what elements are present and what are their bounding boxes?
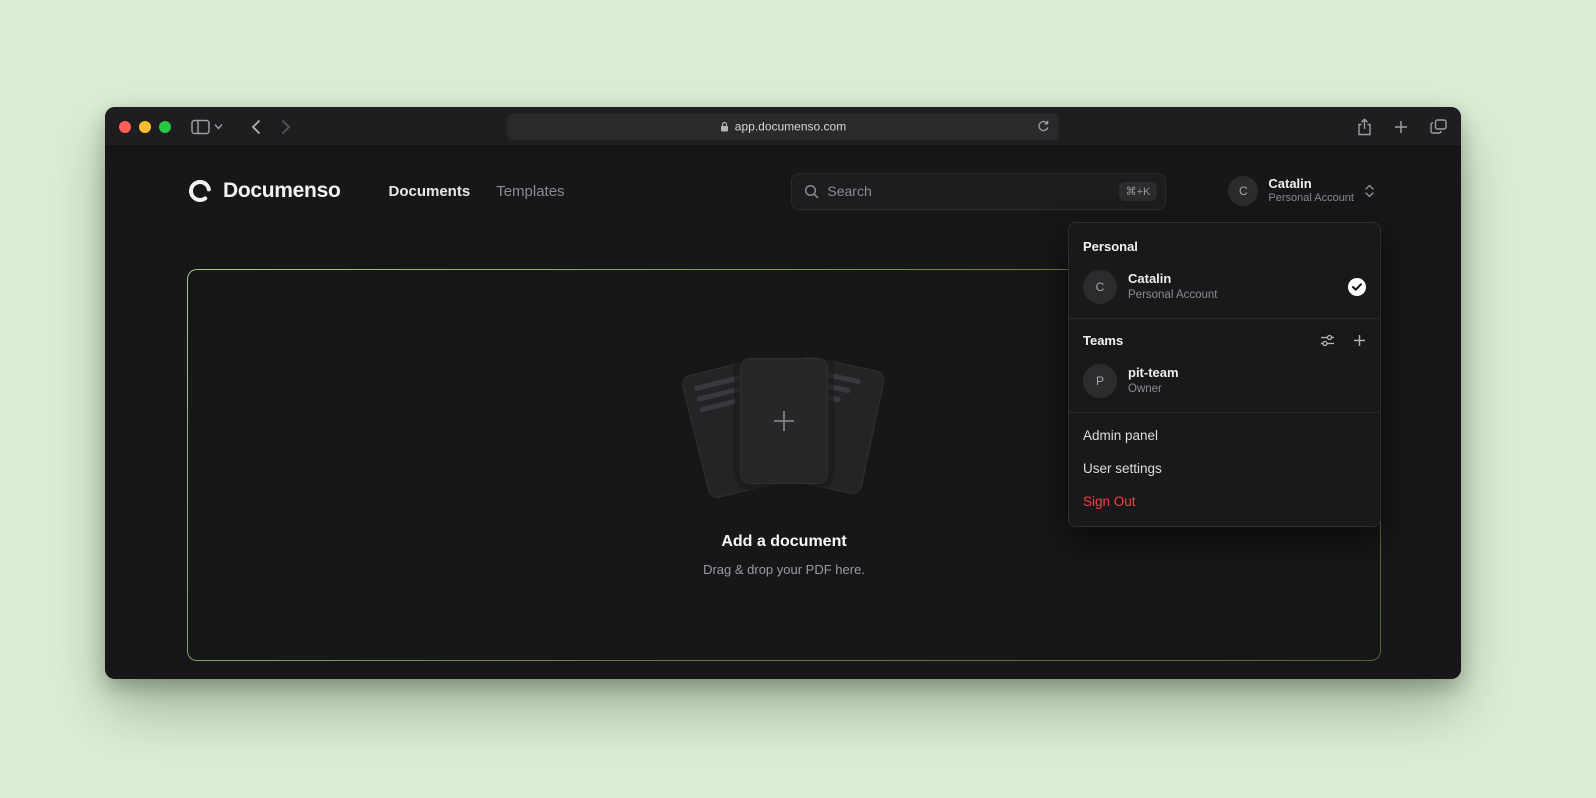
illustration-card-center xyxy=(740,358,828,484)
url-text: app.documenso.com xyxy=(735,120,846,134)
personal-account-item[interactable]: C Catalin Personal Account xyxy=(1069,262,1380,312)
documenso-logo-icon xyxy=(187,178,213,204)
add-team-icon[interactable] xyxy=(1353,334,1366,347)
tab-group-chevron-icon[interactable] xyxy=(214,123,223,130)
account-name: Catalin xyxy=(1268,176,1354,192)
account-avatar: C xyxy=(1228,176,1258,206)
account-subtitle: Personal Account xyxy=(1268,192,1354,206)
menu-divider xyxy=(1069,412,1380,413)
search-icon xyxy=(804,184,819,199)
app-content: Documenso Documents Templates ⌘+K C Cata… xyxy=(105,147,1461,678)
personal-labels: Catalin Personal Account xyxy=(1128,271,1218,303)
share-icon[interactable] xyxy=(1357,118,1372,136)
minimize-window-button[interactable] xyxy=(139,121,151,133)
address-bar[interactable]: app.documenso.com xyxy=(507,113,1059,140)
main-nav: Documents Templates xyxy=(389,183,565,200)
menu-divider xyxy=(1069,318,1380,319)
back-icon[interactable] xyxy=(251,119,261,135)
brand-logo-link[interactable]: Documenso xyxy=(187,178,341,204)
teams-section-heading-row: Teams xyxy=(1069,325,1380,356)
traffic-lights xyxy=(119,121,171,133)
user-settings-link[interactable]: User settings xyxy=(1069,452,1380,485)
sidebar-toggle-icon[interactable] xyxy=(191,119,210,135)
account-dropdown-menu: Personal C Catalin Personal Account Team… xyxy=(1068,222,1381,527)
toolbar-right-actions xyxy=(1357,118,1447,136)
selected-check-icon xyxy=(1348,278,1366,296)
nav-templates[interactable]: Templates xyxy=(496,183,564,200)
brand-name: Documenso xyxy=(223,179,341,203)
tab-overview-icon[interactable] xyxy=(1430,119,1447,134)
close-window-button[interactable] xyxy=(119,121,131,133)
team-role: Owner xyxy=(1128,382,1179,397)
team-name: pit-team xyxy=(1128,365,1179,382)
search-shortcut-badge: ⌘+K xyxy=(1119,182,1158,201)
dropzone-subtitle: Drag & drop your PDF here. xyxy=(703,562,865,577)
search-bar[interactable]: ⌘+K xyxy=(791,173,1166,210)
team-item[interactable]: P pit-team Owner xyxy=(1069,356,1380,406)
document-stack-illustration xyxy=(684,353,884,503)
nav-documents[interactable]: Documents xyxy=(389,183,471,200)
sign-out-link[interactable]: Sign Out xyxy=(1069,485,1380,518)
manage-teams-icon[interactable] xyxy=(1320,334,1335,347)
browser-window: app.documenso.com xyxy=(105,107,1461,679)
browser-toolbar: app.documenso.com xyxy=(105,107,1461,147)
personal-name: Catalin xyxy=(1128,271,1218,288)
lock-icon xyxy=(720,121,729,132)
admin-panel-link[interactable]: Admin panel xyxy=(1069,419,1380,452)
personal-avatar: C xyxy=(1083,270,1117,304)
new-tab-icon[interactable] xyxy=(1394,120,1408,134)
chevron-up-down-icon xyxy=(1364,183,1375,199)
account-menu-trigger[interactable]: C Catalin Personal Account xyxy=(1228,176,1375,206)
personal-subtitle: Personal Account xyxy=(1128,288,1218,303)
dropzone-title: Add a document xyxy=(721,533,846,551)
personal-section-heading: Personal xyxy=(1069,231,1380,262)
plus-icon xyxy=(771,408,797,434)
zoom-window-button[interactable] xyxy=(159,121,171,133)
forward-icon[interactable] xyxy=(281,119,291,135)
search-input[interactable] xyxy=(827,183,1110,199)
teams-actions xyxy=(1320,334,1366,347)
teams-heading: Teams xyxy=(1083,333,1123,348)
reload-icon[interactable] xyxy=(1037,120,1050,133)
team-avatar: P xyxy=(1083,364,1117,398)
team-labels: pit-team Owner xyxy=(1128,365,1179,397)
account-labels: Catalin Personal Account xyxy=(1268,176,1354,206)
